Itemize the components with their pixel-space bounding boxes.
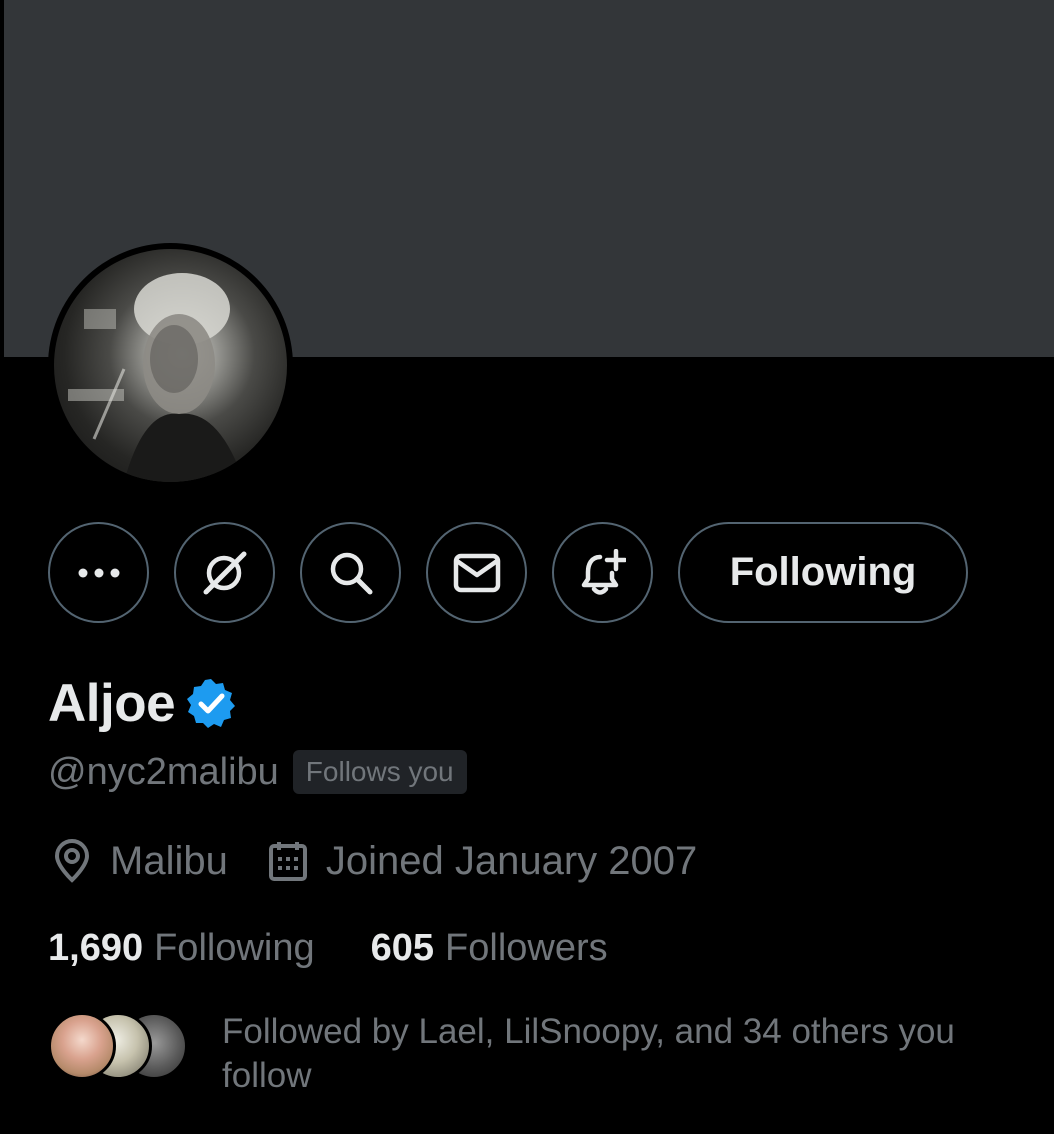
follower-avatar — [48, 1012, 116, 1080]
followers-stat[interactable]: 605 Followers — [371, 927, 608, 970]
location-pin-icon — [54, 839, 90, 883]
followers-count: 605 — [370, 926, 435, 969]
follow-stats: 1,690 Following 605 Followers — [48, 922, 608, 974]
search-profile-button[interactable] — [300, 522, 401, 623]
message-button[interactable] — [426, 522, 527, 623]
joined-text: Joined January 2007 — [325, 838, 698, 883]
followed-by-text: Followed by Lael, LilSnoopy, and 34 othe… — [222, 1012, 955, 1095]
envelope-icon — [453, 553, 500, 592]
followed-by-row[interactable]: Followed by Lael, LilSnoopy, and 34 othe… — [48, 1010, 1008, 1098]
more-dots-icon — [78, 568, 119, 577]
user-handle: @nyc2malibu — [48, 750, 279, 793]
profile-avatar[interactable] — [48, 243, 293, 488]
followed-by-avatars — [48, 1012, 188, 1080]
notifications-button[interactable] — [552, 522, 653, 623]
following-label: Following — [154, 926, 315, 969]
display-name: Aljoe — [48, 673, 176, 733]
profile-action-row: Following — [48, 522, 968, 623]
bell-plus-icon — [581, 548, 626, 595]
following-stat[interactable]: 1,690 Following — [48, 927, 315, 970]
joined-item: Joined January 2007 — [268, 839, 697, 884]
grok-button[interactable] — [174, 522, 275, 623]
location-item: Malibu — [52, 839, 228, 884]
avatar-photo — [54, 249, 287, 482]
location-text: Malibu — [110, 838, 228, 883]
name-row: Aljoe — [48, 670, 237, 736]
calendar-icon — [268, 842, 307, 881]
verified-badge-icon[interactable] — [185, 677, 237, 729]
followers-label: Followers — [445, 926, 608, 969]
follows-you-badge: Follows you — [292, 750, 467, 794]
handle-row: @nyc2malibu Follows you — [48, 748, 467, 796]
following-count: 1,690 — [48, 926, 144, 969]
search-icon — [330, 552, 372, 594]
profile-meta: Malibu Joined January 2007 — [52, 834, 697, 888]
grok-icon — [203, 551, 246, 594]
following-button[interactable]: Following — [678, 522, 968, 623]
more-button[interactable] — [48, 522, 149, 623]
